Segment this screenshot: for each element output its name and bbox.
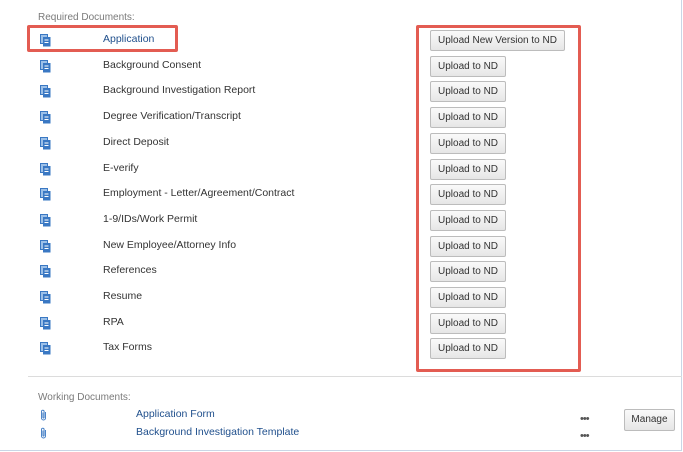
required-document-label: Resume	[103, 290, 143, 302]
document-stack-icon[interactable]	[40, 265, 51, 278]
document-stack-icon[interactable]	[40, 111, 51, 124]
paperclip-icon	[41, 427, 46, 439]
document-stack-icon[interactable]	[40, 85, 51, 98]
required-document-label: Degree Verification/Transcript	[103, 110, 241, 123]
working-document-link[interactable]: Background Investigation Template	[136, 426, 299, 438]
manage-button[interactable]: Manage	[624, 409, 675, 431]
document-stack-icon[interactable]	[40, 342, 51, 355]
document-stack-icon[interactable]	[40, 291, 51, 304]
required-document-label: Tax Forms	[103, 341, 153, 354]
required-document-label: Background Consent	[103, 58, 202, 71]
document-stack-icon[interactable]	[40, 136, 51, 150]
document-stack-icon[interactable]	[40, 213, 51, 227]
document-panel: Required Documents: Application Upload Ne…	[0, 0, 682, 451]
required-documents-title: Required Documents:	[38, 12, 135, 23]
document-stack-icon[interactable]	[40, 316, 51, 330]
required-document-label: New Employee/Attorney Info	[103, 238, 237, 251]
section-divider	[28, 376, 682, 377]
required-document-label: 1-9/IDs/Work Permit	[103, 212, 198, 225]
required-document-label: References	[103, 264, 157, 277]
working-documents-title: Working Documents:	[38, 392, 131, 403]
required-document-label: Background Investigation Report	[103, 84, 256, 97]
more-dots-icon[interactable]: •••	[580, 414, 590, 425]
required-document-label: Employment - Letter/Agreement/Contract	[103, 187, 295, 200]
paperclip-icon	[41, 409, 46, 421]
more-dots-icon[interactable]: •••	[580, 431, 590, 442]
required-document-label: RPA	[103, 315, 124, 328]
working-document-link[interactable]: Application Form	[136, 408, 215, 420]
document-stack-icon[interactable]	[40, 188, 51, 201]
document-stack-icon[interactable]	[40, 59, 51, 73]
required-document-label: Direct Deposit	[103, 135, 169, 148]
application-highlight	[27, 25, 178, 52]
document-stack-icon[interactable]	[40, 239, 51, 253]
upload-buttons-highlight	[416, 25, 581, 372]
document-stack-icon[interactable]	[40, 162, 51, 176]
required-document-label: E-verify	[103, 161, 139, 174]
